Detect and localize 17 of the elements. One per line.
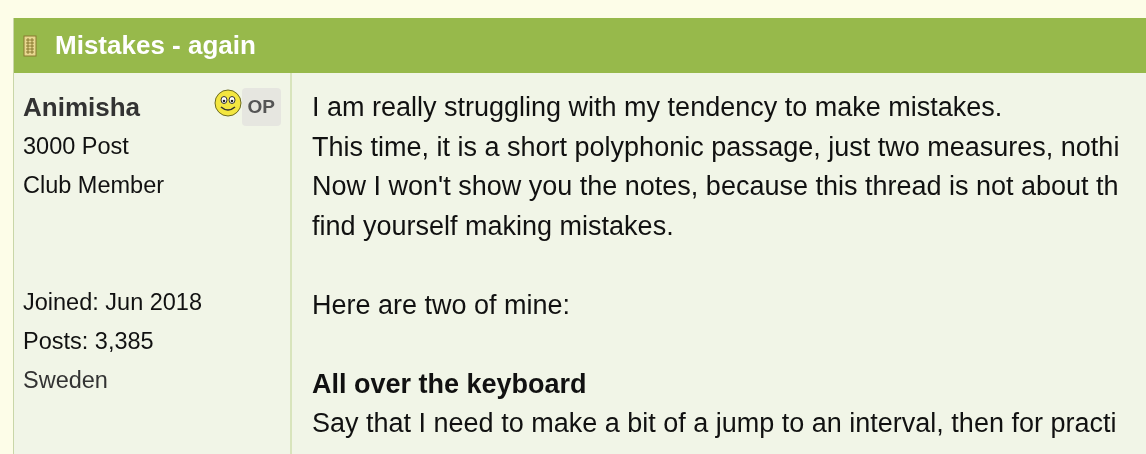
post-text-line: Say that I need to make a bit of a jump to an interval, then for practi [312, 407, 1118, 440]
post-text-line: find yourself making mistakes. [312, 209, 675, 243]
op-badge: OP [241, 88, 281, 126]
post-count: Posts: 3,385 [23, 327, 155, 356]
join-date: Joined: Jun 2018 [23, 288, 203, 317]
smiley-icon [213, 89, 242, 117]
author-group: Club Member [23, 166, 290, 205]
thread-title: Mistakes - again [55, 30, 256, 61]
document-icon [23, 34, 37, 57]
author-location: Sweden [23, 366, 109, 395]
post-text-line: Now I won't show you the notes, because this thread is not about th [312, 170, 1120, 203]
author-name[interactable]: Animisha [23, 91, 141, 123]
post-heading: All over the keyboard [312, 367, 588, 401]
post-text-line: I am really struggling with my tendency to make mistakes. [312, 91, 1004, 124]
post-text-line: This time, it is a short polyphonic passage, just two measures, nothi [312, 130, 1121, 164]
author-rank: 3000 Post [23, 132, 130, 161]
post-text-line: Here are two of mine: [312, 288, 572, 322]
